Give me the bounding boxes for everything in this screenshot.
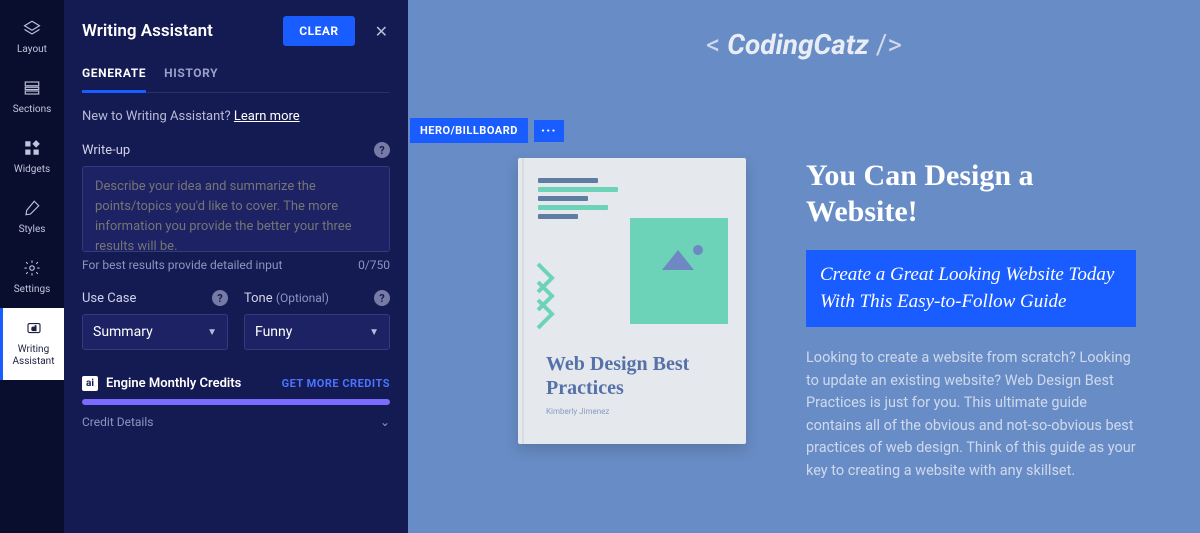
credit-details-toggle[interactable]: Credit Details ⌄ — [82, 415, 390, 429]
book-author: Kimberly Jimenez — [546, 407, 609, 416]
svg-text:ai: ai — [31, 325, 36, 332]
hero-heading[interactable]: You Can Design a Website! — [806, 158, 1136, 230]
tone-label: Tone (Optional) — [244, 291, 329, 306]
credit-progress — [82, 399, 390, 405]
usecase-value: Summary — [93, 324, 153, 340]
usecase-group: Use Case ? Summary ▼ — [82, 290, 228, 350]
hero-subheading[interactable]: Create a Great Looking Website Today Wit… — [806, 250, 1136, 327]
close-icon[interactable]: ✕ — [365, 18, 390, 45]
rail-item-widgets[interactable]: Widgets — [0, 128, 64, 188]
chevron-down-icon: ▼ — [207, 327, 217, 338]
book-graphic: Web Design Best Practices Kimberly Jimen… — [518, 158, 746, 444]
preview-canvas[interactable]: < CodingCatz /> HERO/BILLBOARD ··· Web D… — [408, 0, 1200, 533]
gear-icon — [22, 258, 42, 278]
book-title: Web Design Best Practices — [546, 352, 716, 400]
rail-label: Styles — [19, 224, 46, 236]
widgets-icon — [22, 138, 42, 158]
tab-generate[interactable]: GENERATE — [82, 66, 146, 93]
writeup-label-row: Write-up ? — [82, 142, 390, 158]
sections-icon — [22, 78, 42, 98]
tone-group: Tone (Optional) ? Funny ▼ — [244, 290, 390, 350]
hero-text: You Can Design a Website! Create a Great… — [806, 158, 1136, 482]
chevron-decor-icon — [534, 260, 570, 334]
help-icon[interactable]: ? — [374, 290, 390, 306]
layout-icon — [22, 18, 42, 38]
image-placeholder-icon — [654, 240, 714, 276]
rail-label: Writing Assistant — [13, 344, 55, 368]
writing-assistant-panel: Writing Assistant CLEAR ✕ GENERATE HISTO… — [64, 0, 408, 533]
help-icon[interactable]: ? — [212, 290, 228, 306]
credits-row: ai Engine Monthly Credits GET MORE CREDI… — [82, 376, 390, 391]
credit-details-label: Credit Details — [82, 415, 153, 429]
usecase-select[interactable]: Summary ▼ — [82, 314, 228, 350]
rail-label: Sections — [13, 104, 52, 116]
ai-badge: ai — [82, 376, 98, 391]
tone-select[interactable]: Funny ▼ — [244, 314, 390, 350]
help-icon[interactable]: ? — [374, 142, 390, 158]
counter-value: 0/750 — [358, 258, 390, 272]
chevron-down-icon: ▼ — [369, 327, 379, 338]
hint-text: New to Writing Assistant? Learn more — [82, 109, 390, 124]
brush-icon — [22, 198, 42, 218]
counter-hint: For best results provide detailed input — [82, 258, 282, 272]
rail-item-styles[interactable]: Styles — [0, 188, 64, 248]
book-decor-lines — [538, 178, 628, 223]
tabs: GENERATE HISTORY — [82, 66, 390, 93]
ai-icon: ai — [24, 318, 44, 338]
tone-value: Funny — [255, 324, 292, 340]
rail-item-layout[interactable]: Layout — [0, 8, 64, 68]
panel-title: Writing Assistant — [82, 21, 213, 41]
get-more-credits-link[interactable]: GET MORE CREDITS — [282, 377, 390, 390]
panel-header: Writing Assistant CLEAR ✕ — [82, 16, 390, 46]
rail-item-settings[interactable]: Settings — [0, 248, 64, 308]
usecase-label: Use Case — [82, 291, 136, 306]
hint-prefix: New to Writing Assistant? — [82, 109, 234, 124]
clear-button[interactable]: CLEAR — [283, 16, 354, 46]
rail-label: Settings — [14, 284, 51, 296]
learn-more-link[interactable]: Learn more — [234, 109, 300, 124]
writeup-label: Write-up — [82, 143, 130, 158]
rail-label: Layout — [17, 44, 47, 56]
counter-row: For best results provide detailed input … — [82, 258, 390, 272]
site-brand: < CodingCatz /> — [408, 28, 1200, 62]
tab-history[interactable]: HISTORY — [164, 66, 218, 92]
credits-label: Engine Monthly Credits — [106, 376, 241, 391]
chevron-down-icon: ⌄ — [380, 415, 390, 429]
writeup-input[interactable] — [82, 166, 390, 252]
hero-section[interactable]: Web Design Best Practices Kimberly Jimen… — [408, 138, 1200, 502]
hero-body[interactable]: Looking to create a website from scratch… — [806, 347, 1136, 482]
rail-item-writing-assistant[interactable]: ai Writing Assistant — [0, 308, 64, 380]
rail-item-sections[interactable]: Sections — [0, 68, 64, 128]
nav-rail: Layout Sections Widgets Styles Settings … — [0, 0, 64, 533]
rail-label: Widgets — [14, 164, 50, 176]
